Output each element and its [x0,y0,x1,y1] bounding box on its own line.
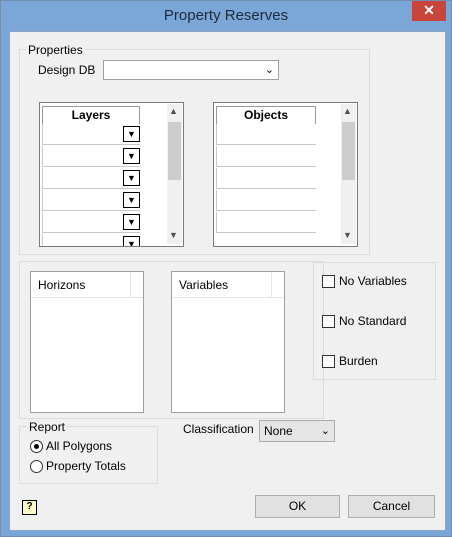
column-divider[interactable] [271,272,272,297]
layers-grid[interactable]: Layers ▼ ▼ ▼ ▼ ▼ ▼ ▲ ▼ [39,102,184,247]
burden-checkbox[interactable] [322,355,335,368]
no-standard-checkbox[interactable] [322,315,335,328]
variables-list[interactable]: Variables [171,271,285,413]
scroll-up-icon[interactable]: ▲ [343,106,352,116]
variables-column-header: Variables [179,278,229,292]
property-totals-radio[interactable] [30,460,43,473]
design-db-label: Design DB [38,63,96,77]
layer-row[interactable]: ▼ [42,146,140,167]
chevron-down-icon[interactable]: ⌄ [321,424,330,437]
design-db-combobox[interactable]: ⌄ [103,60,279,80]
no-standard-label[interactable]: No Standard [339,314,406,328]
all-polygons-label[interactable]: All Polygons [46,439,112,453]
property-totals-label[interactable]: Property Totals [46,459,126,473]
layer-dropdown-arrow-icon[interactable]: ▼ [123,214,140,230]
title-bar[interactable]: Property Reserves ✕ [1,1,451,31]
help-icon[interactable]: ? [22,500,37,515]
layer-dropdown-arrow-icon[interactable]: ▼ [123,192,140,208]
object-row[interactable] [216,146,316,167]
layer-row[interactable]: ▼ [42,190,140,211]
layer-row[interactable]: ▼ [42,212,140,233]
chevron-down-icon[interactable]: ⌄ [265,63,274,76]
dialog-title: Property Reserves [163,7,289,24]
objects-grid[interactable]: Objects ▲ ▼ [213,102,358,247]
dialog-body: Properties Design DB ⌄ Layers ▼ ▼ ▼ ▼ ▼ … [9,31,446,531]
horizons-column-header: Horizons [38,278,86,292]
ok-button[interactable]: OK [255,495,340,518]
horizons-list[interactable]: Horizons [30,271,144,413]
horizons-list-header[interactable]: Horizons [31,272,143,298]
scroll-up-icon[interactable]: ▲ [169,106,178,116]
object-row[interactable] [216,124,316,145]
scroll-down-icon[interactable]: ▼ [169,230,178,240]
no-variables-label[interactable]: No Variables [339,274,407,288]
close-button[interactable]: ✕ [412,1,446,21]
objects-scroll-thumb[interactable] [342,122,355,180]
objects-scrollbar[interactable]: ▲ ▼ [341,104,356,244]
variables-list-header[interactable]: Variables [172,272,284,298]
scroll-down-icon[interactable]: ▼ [343,230,352,240]
layer-row[interactable]: ▼ [42,124,140,145]
layer-dropdown-arrow-icon[interactable]: ▼ [123,148,140,164]
properties-group-label: Properties [26,43,85,57]
column-divider[interactable] [130,272,131,297]
all-polygons-radio[interactable] [30,440,43,453]
layers-column-header[interactable]: Layers [42,106,140,125]
layer-dropdown-arrow-icon[interactable]: ▼ [123,126,140,142]
classification-label: Classification [183,422,254,436]
layer-row[interactable]: ▼ [42,234,140,246]
classification-value: None [264,424,293,438]
object-row[interactable] [216,212,316,233]
object-row[interactable] [216,190,316,211]
cancel-button[interactable]: Cancel [348,495,435,518]
report-group [19,426,158,484]
object-row[interactable] [216,168,316,189]
layers-scroll-thumb[interactable] [168,122,181,180]
no-variables-checkbox[interactable] [322,275,335,288]
layer-dropdown-arrow-icon[interactable]: ▼ [123,170,140,186]
objects-column-header[interactable]: Objects [216,106,316,125]
layer-dropdown-arrow-icon[interactable]: ▼ [123,236,140,246]
report-group-label: Report [27,420,68,434]
classification-combobox[interactable]: None ⌄ [259,420,335,442]
dialog-window: Property Reserves ✕ Properties Design DB… [0,0,452,537]
layers-scrollbar[interactable]: ▲ ▼ [167,104,182,244]
burden-label[interactable]: Burden [339,354,378,368]
layer-row[interactable]: ▼ [42,168,140,189]
